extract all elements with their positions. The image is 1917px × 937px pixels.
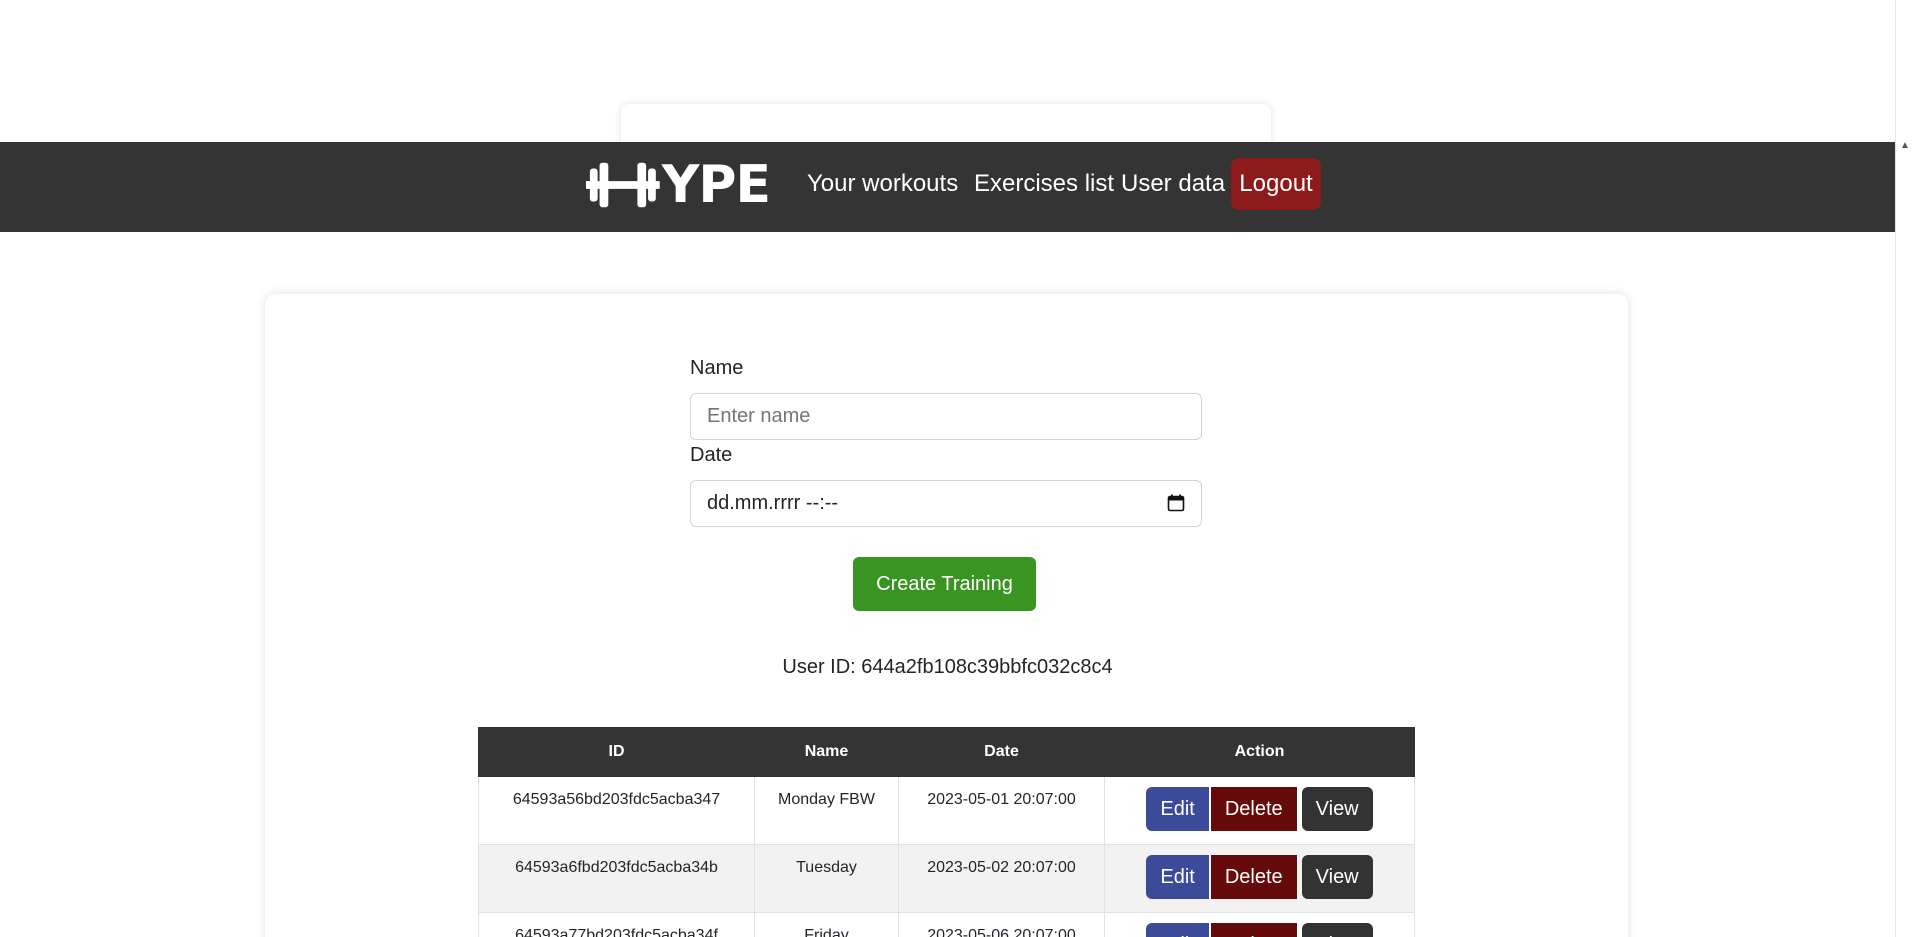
user-id-text: User ID: 644a2fb108c39bbfc032c8c4 <box>782 656 1113 678</box>
cell-name: Friday <box>754 912 899 937</box>
table-row: 64593a56bd203fdc5acba347 Monday FBW 2023… <box>478 776 1415 845</box>
nav-exercises-list[interactable]: Exercises list <box>974 158 1114 210</box>
trainings-table: ID Name Date Action 64593a56bd203fdc5acb… <box>478 727 1415 937</box>
column-header-date: Date <box>898 727 1105 777</box>
date-input[interactable]: dd.mm.rrrr --:-- <box>690 480 1202 527</box>
table-row: 64593a6fbd203fdc5acba34b Tuesday 2023-05… <box>478 844 1415 913</box>
cell-id: 64593a56bd203fdc5acba347 <box>478 776 755 845</box>
edit-button[interactable]: Edit <box>1146 855 1209 899</box>
view-button[interactable]: View <box>1301 787 1373 831</box>
cell-actions: EditDeleteView <box>1104 776 1415 845</box>
column-header-action: Action <box>1104 727 1415 777</box>
logout-button[interactable]: Logout <box>1231 158 1321 210</box>
barbell-icon <box>586 162 660 208</box>
nav-user-data[interactable]: User data <box>1121 158 1225 210</box>
delete-button[interactable]: Delete <box>1210 787 1297 831</box>
view-button[interactable]: View <box>1301 855 1373 899</box>
cell-actions: EditDelete View <box>1104 912 1415 937</box>
cell-name: Tuesday <box>754 844 899 913</box>
name-label: Name <box>690 357 744 379</box>
delete-button[interactable]: Delete <box>1210 855 1297 899</box>
cell-date: 2023-05-02 20:07:00 <box>898 844 1105 913</box>
cell-id: 64593a77bd203fdc5acba34f <box>478 912 755 937</box>
create-training-button[interactable]: Create Training <box>853 557 1036 611</box>
table-header-row: ID Name Date Action <box>478 727 1415 777</box>
date-label: Date <box>690 444 733 466</box>
view-button[interactable]: View <box>1301 923 1373 937</box>
cell-date: 2023-05-06 20:07:00 <box>898 912 1105 937</box>
cell-actions: EditDeleteView <box>1104 844 1415 913</box>
cell-name: Monday FBW <box>754 776 899 845</box>
table-row: 64593a77bd203fdc5acba34f Friday 2023-05-… <box>478 912 1415 937</box>
calendar-icon[interactable] <box>1167 494 1185 512</box>
logo[interactable]: YPE <box>586 155 771 215</box>
name-input[interactable] <box>690 393 1202 440</box>
cell-id: 64593a6fbd203fdc5acba34b <box>478 844 755 913</box>
scroll-up-arrow-icon[interactable]: ▲ <box>1898 140 1912 152</box>
date-input-value: dd.mm.rrrr --:-- <box>707 492 839 514</box>
delete-button[interactable]: Delete <box>1210 923 1297 937</box>
nav-your-workouts[interactable]: Your workouts <box>807 158 958 210</box>
column-header-name: Name <box>754 727 899 777</box>
edit-button[interactable]: Edit <box>1146 787 1209 831</box>
logo-text: YPE <box>661 155 771 215</box>
edit-button[interactable]: Edit <box>1146 923 1209 937</box>
cell-date: 2023-05-01 20:07:00 <box>898 776 1105 845</box>
column-header-id: ID <box>478 727 755 777</box>
page: ▲ YPE Your workouts Exercises list User … <box>0 0 1917 937</box>
